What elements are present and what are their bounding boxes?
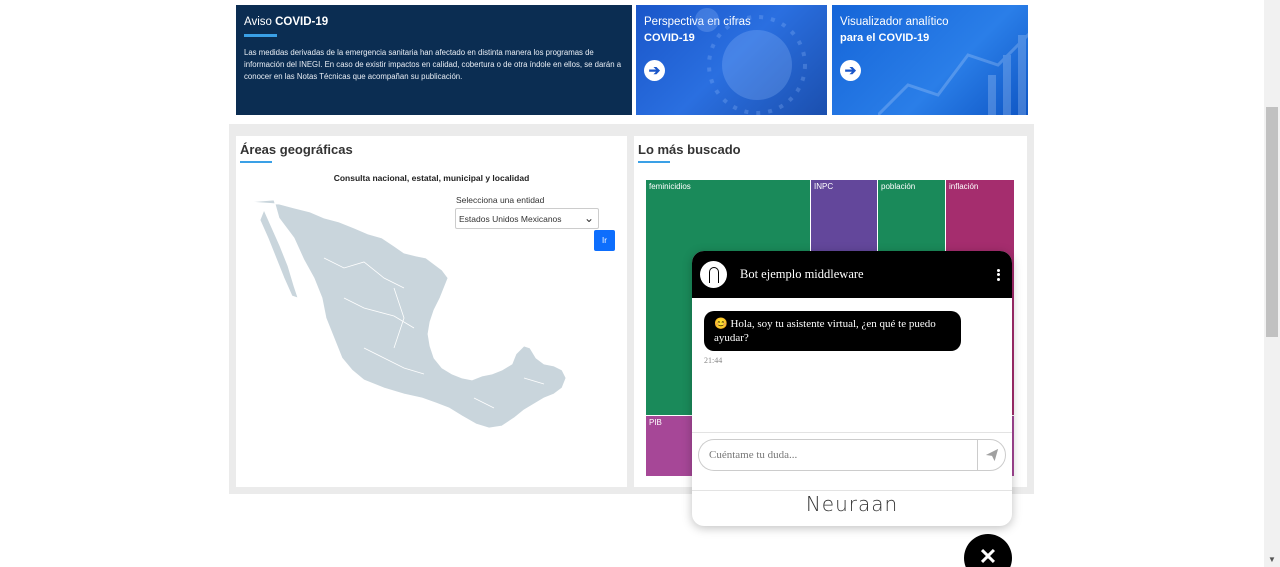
virus-illustration-icon (695, 8, 807, 115)
covid-notice-card: Aviso COVID-19 Las medidas derivadas de … (236, 5, 632, 115)
page-scrollbar[interactable]: ▼ (1264, 0, 1280, 567)
scrollbar-thumb[interactable] (1266, 107, 1278, 337)
entity-select-value: Estados Unidos Mexicanos (459, 214, 562, 224)
panel-title: Lo más buscado (638, 142, 741, 157)
chat-message-input[interactable]: Cuéntame tu duda... (698, 439, 978, 471)
send-button[interactable] (977, 439, 1006, 471)
chat-title: Bot ejemplo middleware (740, 267, 864, 281)
chart-illustration-icon (878, 32, 1028, 115)
message-timestamp: 21:44 (704, 356, 723, 365)
page: Aviso COVID-19 Las medidas derivadas de … (0, 0, 1280, 567)
brand-logo: Neuraan (805, 492, 899, 516)
panel-title: Áreas geográficas (240, 142, 353, 157)
geographic-areas-panel: Áreas geográficas Consulta nacional, est… (236, 136, 627, 487)
arrow-right-circle-icon[interactable]: ➔ (644, 60, 665, 81)
go-button[interactable]: Ir (594, 230, 615, 251)
perspectiva-cifras-card[interactable]: Perspectiva en cifras COVID-19 ➔ (636, 5, 827, 115)
entity-select[interactable]: Estados Unidos Mexicanos ⌄ (455, 208, 599, 229)
covid-notice-body: Las medidas derivadas de la emergencia s… (244, 48, 622, 81)
chatbot-widget: Bot ejemplo middleware 😊 Hola, soy tu as… (692, 251, 1012, 526)
more-options-icon[interactable] (992, 267, 1004, 282)
title-underline (244, 34, 277, 37)
chat-header: Bot ejemplo middleware (692, 251, 1012, 298)
bot-avatar-icon (700, 261, 727, 288)
scroll-down-arrow-icon[interactable]: ▼ (1268, 555, 1276, 564)
close-chat-button[interactable]: ✕ (964, 534, 1012, 567)
chevron-down-icon: ⌄ (583, 211, 594, 225)
divider (692, 432, 1012, 433)
arrow-right-circle-icon[interactable]: ➔ (840, 60, 861, 81)
divider (692, 490, 1012, 491)
select-entity-label: Selecciona una entidad (456, 195, 545, 205)
bot-message: 😊 Hola, soy tu asistente virtual, ¿en qu… (704, 311, 961, 351)
visualizador-analitico-card[interactable]: Visualizador analítico para el COVID-19 … (832, 5, 1028, 115)
covid-notice-title: Aviso COVID-19 (244, 16, 329, 28)
send-icon (985, 448, 998, 462)
title-underline (240, 161, 272, 163)
title-underline (638, 161, 670, 163)
geo-heading: Consulta nacional, estatal, municipal y … (333, 173, 530, 183)
mexico-map[interactable] (244, 198, 574, 433)
